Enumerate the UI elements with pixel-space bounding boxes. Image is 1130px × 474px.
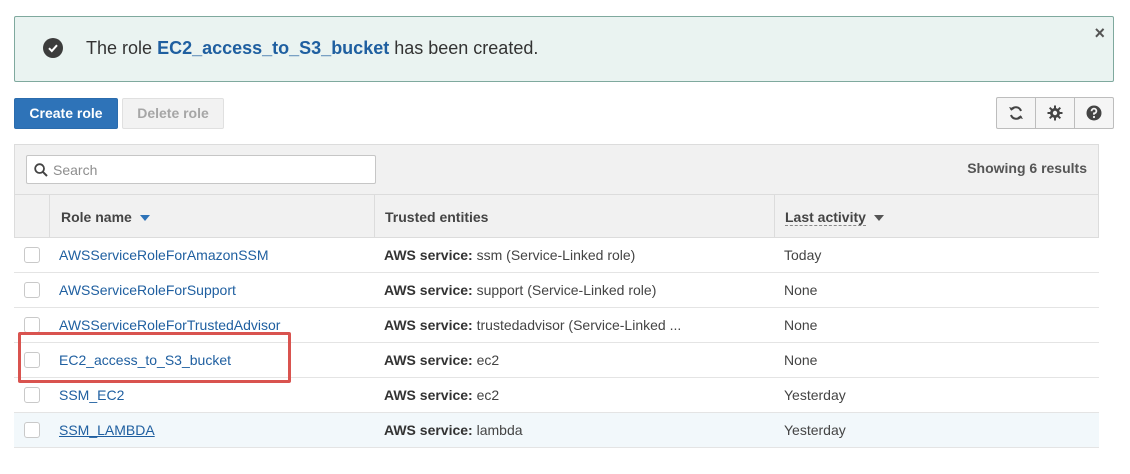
role-name-link[interactable]: EC2_access_to_S3_bucket <box>59 343 231 377</box>
trusted-entity-cell: AWS service: lambda <box>384 413 523 447</box>
row-checkbox[interactable] <box>24 422 40 438</box>
trusted-entity-cell: AWS service: ec2 <box>384 378 499 412</box>
trust-label: AWS service: <box>384 247 473 263</box>
last-activity-cell: None <box>784 317 818 333</box>
row-checkbox[interactable] <box>24 387 40 403</box>
success-banner: The role EC2_access_to_S3_bucket has bee… <box>14 16 1114 82</box>
column-divider <box>774 195 775 237</box>
refresh-icon[interactable] <box>997 98 1036 128</box>
close-icon[interactable]: × <box>1094 23 1105 43</box>
row-checkbox[interactable] <box>24 317 40 333</box>
row-checkbox[interactable] <box>24 282 40 298</box>
table-search-bar: Showing 6 results <box>14 144 1099 194</box>
roles-table-body: AWSServiceRoleForAmazonSSM AWS service: … <box>14 238 1099 448</box>
column-label-trusted-entities: Trusted entities <box>385 209 489 225</box>
trusted-entity-cell: AWS service: ec2 <box>384 343 499 377</box>
table-row: SSM_LAMBDA AWS service: lambda Yesterday <box>14 413 1099 448</box>
table-row: SSM_EC2 AWS service: ec2 Yesterday <box>14 378 1099 413</box>
column-divider <box>374 195 375 237</box>
last-activity-cell: None <box>784 352 818 368</box>
trust-value: ec2 <box>476 387 500 403</box>
table-actions <box>996 97 1114 129</box>
column-label-role-name: Role name <box>61 209 132 225</box>
column-header-role-name[interactable]: Role name <box>61 195 150 237</box>
created-role-link[interactable]: EC2_access_to_S3_bucket <box>157 38 389 58</box>
role-name-link[interactable]: AWSServiceRoleForAmazonSSM <box>59 238 269 272</box>
table-row: AWSServiceRoleForAmazonSSM AWS service: … <box>14 238 1099 273</box>
sort-descending-icon <box>139 215 150 222</box>
trust-label: AWS service: <box>384 422 473 438</box>
column-label-last-activity: Last activity <box>785 209 866 226</box>
search-icon <box>34 163 48 177</box>
role-name-link[interactable]: SSM_EC2 <box>59 378 124 412</box>
trust-value: lambda <box>476 422 523 438</box>
trust-label: AWS service: <box>384 317 473 333</box>
search-box <box>26 155 376 184</box>
last-activity-cell: Yesterday <box>784 422 846 438</box>
role-name-link[interactable]: AWSServiceRoleForTrustedAdvisor <box>59 308 280 342</box>
trust-label: AWS service: <box>384 282 473 298</box>
delete-role-button[interactable]: Delete role <box>122 98 224 129</box>
role-name-link[interactable]: SSM_LAMBDA <box>59 413 155 447</box>
table-row: AWSServiceRoleForSupport AWS service: su… <box>14 273 1099 308</box>
trusted-entity-cell: AWS service: ssm (Service-Linked role) <box>384 238 635 272</box>
last-activity-cell: Today <box>784 247 822 263</box>
trust-label: AWS service: <box>384 387 473 403</box>
column-header-last-activity[interactable]: Last activity <box>785 195 884 237</box>
column-header-trusted-entities: Trusted entities <box>385 195 488 237</box>
role-name-link[interactable]: AWSServiceRoleForSupport <box>59 273 236 307</box>
table-header: Role name Trusted entities Last activity <box>14 194 1099 238</box>
help-icon[interactable] <box>1075 98 1113 128</box>
sort-chevron-icon <box>873 215 884 222</box>
search-input[interactable] <box>51 158 371 181</box>
last-activity-cell: None <box>784 282 818 298</box>
banner-prefix: The role <box>86 38 153 58</box>
table-row: AWSServiceRoleForTrustedAdvisor AWS serv… <box>14 308 1099 343</box>
trust-value: support (Service-Linked role) <box>476 282 657 298</box>
trusted-entity-cell: AWS service: support (Service-Linked rol… <box>384 273 656 307</box>
check-circle-icon <box>43 38 63 58</box>
column-divider <box>49 195 50 237</box>
create-role-button[interactable]: Create role <box>14 98 118 129</box>
row-checkbox[interactable] <box>24 352 40 368</box>
banner-suffix: has been created. <box>394 38 539 58</box>
trusted-entity-cell: AWS service: trustedadvisor (Service-Lin… <box>384 308 681 342</box>
results-count: Showing 6 results <box>967 160 1087 176</box>
gear-icon[interactable] <box>1036 98 1075 128</box>
trust-value: ec2 <box>476 352 500 368</box>
trust-label: AWS service: <box>384 352 473 368</box>
banner-message: The role EC2_access_to_S3_bucket has bee… <box>86 38 538 59</box>
row-checkbox[interactable] <box>24 247 40 263</box>
last-activity-cell: Yesterday <box>784 387 846 403</box>
trust-value: ssm (Service-Linked role) <box>476 247 636 263</box>
table-row: EC2_access_to_S3_bucket AWS service: ec2… <box>14 343 1099 378</box>
trust-value: trustedadvisor (Service-Linked ... <box>476 317 682 333</box>
